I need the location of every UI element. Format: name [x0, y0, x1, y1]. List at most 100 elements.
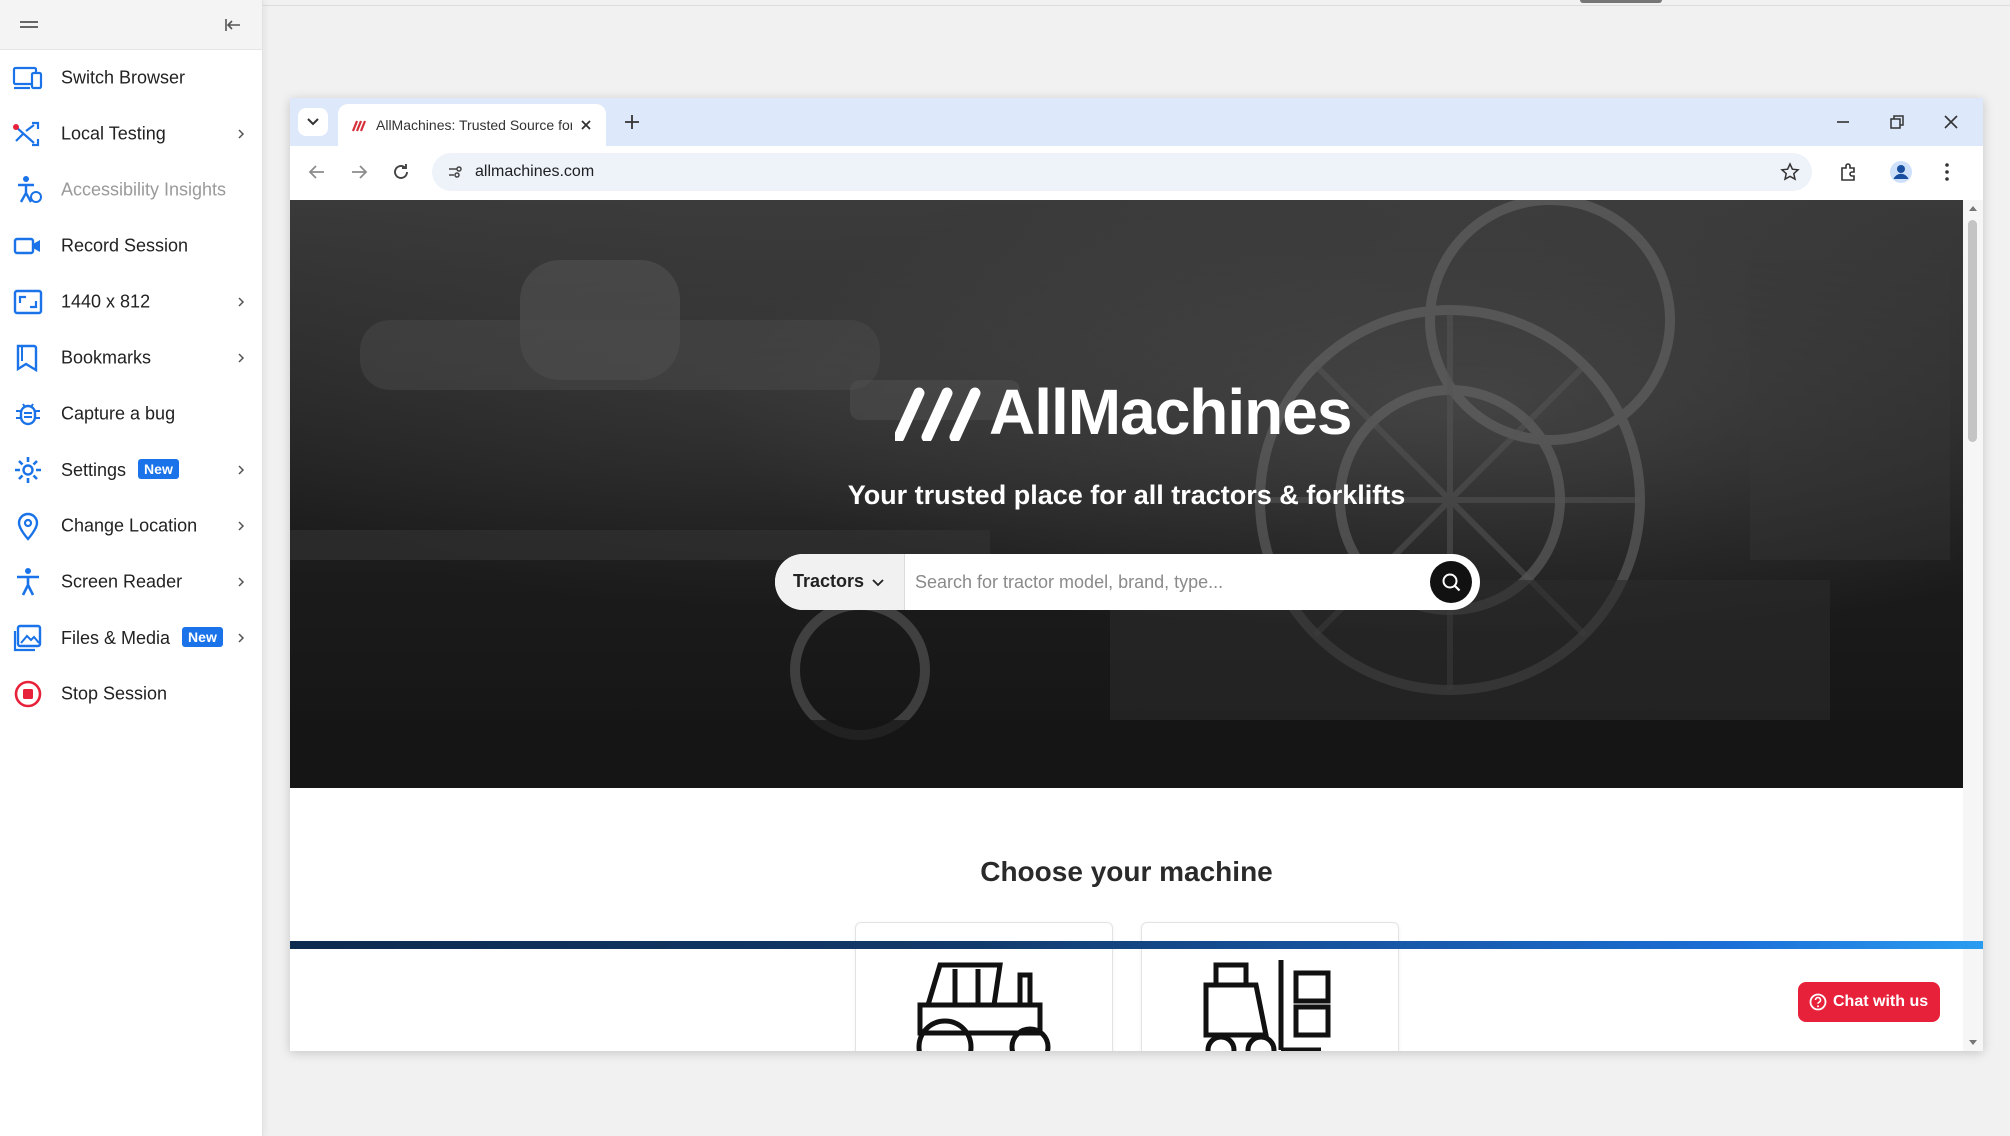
- files-media-label: Files & Media: [61, 628, 171, 648]
- image-icon: [13, 624, 42, 652]
- screen-top-divider: [263, 5, 2010, 6]
- restore-icon[interactable]: [1887, 112, 1907, 132]
- machine-search-bar: Tractors: [775, 554, 1480, 610]
- sidebar-item-label: Record Session: [61, 235, 189, 256]
- sidebar-item-capture-bug[interactable]: Capture a bug: [0, 386, 263, 442]
- reload-icon[interactable]: [390, 161, 412, 183]
- close-window-icon[interactable]: [1941, 112, 1961, 132]
- hero-tagline: Your trusted place for all tractors & fo…: [847, 480, 1406, 510]
- person-icon: [17, 568, 39, 596]
- chevron-right-icon: [238, 297, 245, 307]
- chat-with-us-button[interactable]: Chat with us: [1798, 982, 1940, 1022]
- search-button[interactable]: [1430, 561, 1472, 603]
- session-toolbar: Switch Browser Local Testing Accessibili…: [0, 0, 263, 1136]
- bookmark-icon: [16, 344, 38, 373]
- chevron-down-icon: [307, 118, 319, 126]
- bug-icon: [16, 403, 40, 426]
- chat-label: Chat with us: [1833, 993, 1929, 1010]
- search-icon: [1442, 573, 1461, 592]
- category-selected-value: Tractors: [793, 571, 865, 591]
- chevron-right-icon: [238, 129, 245, 139]
- sidebar-item-label: Settings New: [61, 459, 179, 481]
- browser-toolbar: allmachines.com: [290, 146, 1983, 200]
- chevron-right-icon: [238, 521, 245, 531]
- sidebar-item-label: 1440 x 812: [61, 291, 151, 312]
- forklift-icon: [1203, 960, 1331, 1051]
- chevron-right-icon: [238, 465, 245, 475]
- sidebar-item-label: Bookmarks: [61, 347, 152, 368]
- sidebar-item-change-location[interactable]: Change Location: [0, 498, 263, 554]
- drag-handle-icon[interactable]: [20, 19, 38, 31]
- extensions-puzzle-icon[interactable]: [1837, 160, 1861, 184]
- sidebar-item-record-session[interactable]: Record Session: [0, 218, 263, 274]
- chevron-right-icon: [238, 633, 245, 643]
- allmachines-logo: AllMachines: [895, 375, 1375, 455]
- sidebar-item-accessibility-insights[interactable]: Accessibility Insights: [0, 162, 263, 218]
- page-viewport: AllMachines Your trusted place for all t…: [290, 200, 1963, 1051]
- sidebar-item-label: Accessibility Insights: [61, 179, 227, 200]
- sidebar-item-label: Screen Reader: [61, 571, 183, 592]
- session-progress-bar: [290, 941, 1983, 949]
- scroll-up-arrow-icon[interactable]: [1968, 204, 1978, 212]
- sidebar-item-files-media[interactable]: Files & Media New: [0, 610, 263, 666]
- help-question-icon: [1809, 993, 1827, 1011]
- allmachines-logo-mark-icon: [895, 387, 981, 441]
- new-tab-icon[interactable]: [623, 113, 641, 131]
- tab-search-button[interactable]: [298, 108, 328, 136]
- resolution-icon: [13, 289, 43, 315]
- page-scrollbar[interactable]: [1963, 200, 1983, 1051]
- search-input[interactable]: [915, 562, 1415, 602]
- screen-top-handle: [1580, 0, 1662, 3]
- collapse-toolbar-icon[interactable]: [224, 16, 242, 34]
- new-badge: New: [182, 627, 223, 647]
- sidebar-item-label: Files & Media New: [61, 627, 223, 649]
- hero-banner: AllMachines Your trusted place for all t…: [290, 200, 1963, 788]
- local-testing-icon: [13, 121, 40, 147]
- sidebar-item-local-testing[interactable]: Local Testing: [0, 106, 263, 162]
- category-dropdown[interactable]: Tractors: [775, 554, 905, 610]
- browser-window: AllMachines: Trusted Source for allmachi…: [290, 98, 1983, 1051]
- scrollbar-thumb[interactable]: [1968, 220, 1977, 442]
- bookmark-star-icon[interactable]: [1780, 162, 1800, 182]
- address-bar[interactable]: allmachines.com: [432, 153, 1812, 191]
- scroll-down-arrow-icon[interactable]: [1968, 1039, 1978, 1047]
- chevron-right-icon: [238, 353, 245, 363]
- site-settings-icon[interactable]: [446, 163, 464, 181]
- sidebar-item-bookmarks[interactable]: Bookmarks: [0, 330, 263, 386]
- new-badge: New: [138, 459, 179, 479]
- sidebar-item-label: Change Location: [61, 515, 198, 536]
- browser-menu-icon[interactable]: [1935, 160, 1959, 184]
- stop-icon: [14, 680, 42, 708]
- tab-allmachines[interactable]: AllMachines: Trusted Source for: [338, 104, 606, 146]
- gear-icon: [15, 457, 41, 483]
- tractor-icon: [916, 962, 1051, 1051]
- sidebar-item-switch-browser[interactable]: Switch Browser: [0, 50, 263, 106]
- close-tab-icon[interactable]: [578, 117, 594, 133]
- back-arrow-icon[interactable]: [306, 161, 328, 183]
- video-camera-icon: [13, 237, 40, 255]
- tab-strip: AllMachines: Trusted Source for: [290, 98, 1983, 146]
- chevron-right-icon: [238, 577, 245, 587]
- toolbar-menu: Switch Browser Local Testing Accessibili…: [0, 50, 263, 722]
- switch-browser-icon: [12, 66, 43, 90]
- url-text[interactable]: allmachines.com: [475, 163, 594, 181]
- location-pin-icon: [17, 512, 39, 541]
- allmachines-favicon-icon: [352, 120, 367, 132]
- forward-arrow-icon[interactable]: [348, 161, 370, 183]
- settings-label: Settings: [61, 460, 127, 480]
- chevron-down-icon: [872, 579, 884, 587]
- minimize-icon[interactable]: [1833, 112, 1853, 132]
- section-title: Choose your machine: [980, 856, 1273, 887]
- sidebar-item-stop-session[interactable]: Stop Session: [0, 666, 263, 722]
- sidebar-item-resolution[interactable]: 1440 x 812: [0, 274, 263, 330]
- brand-name: AllMachines: [989, 376, 1352, 448]
- sidebar-item-label: Local Testing: [61, 123, 166, 144]
- profile-avatar-icon[interactable]: [1889, 160, 1913, 184]
- accessibility-icon: [18, 176, 42, 203]
- sidebar-item-label: Stop Session: [61, 683, 168, 704]
- sidebar-item-screen-reader[interactable]: Screen Reader: [0, 554, 263, 610]
- tab-title: AllMachines: Trusted Source for: [376, 117, 572, 133]
- sidebar-item-label: Switch Browser: [61, 67, 186, 88]
- sidebar-item-label: Capture a bug: [61, 403, 176, 424]
- sidebar-item-settings[interactable]: Settings New: [0, 442, 263, 498]
